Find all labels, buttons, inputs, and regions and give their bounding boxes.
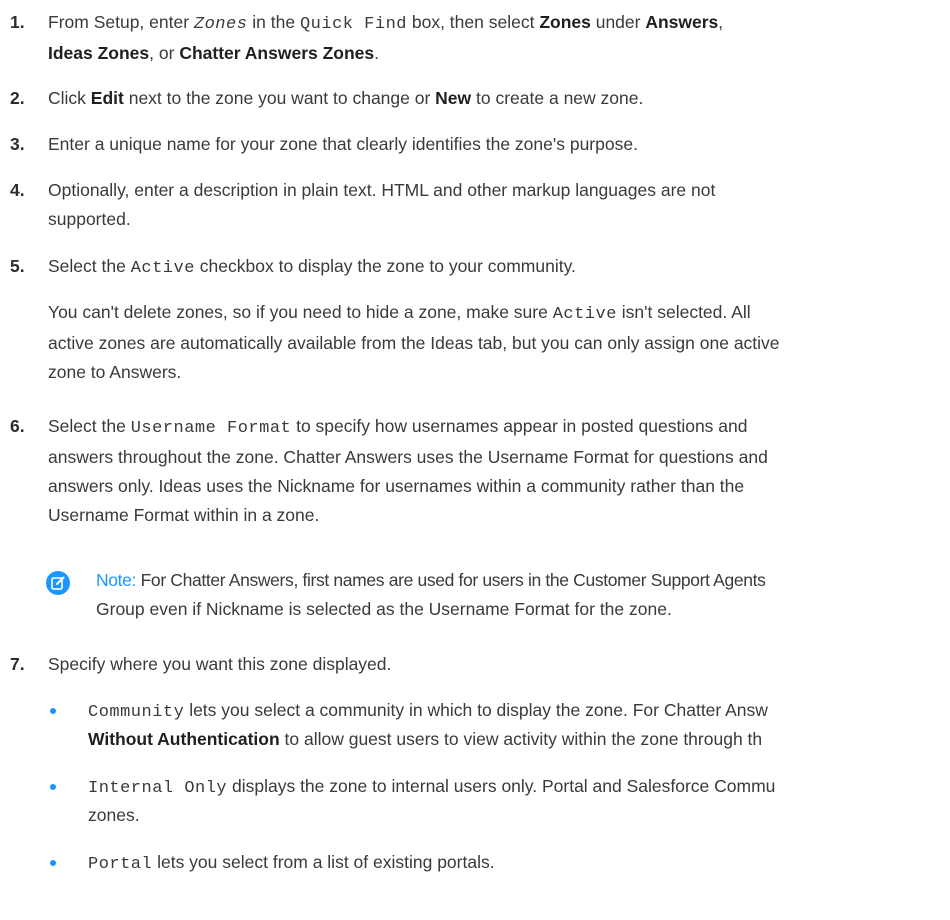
- step-text-line: answers only. Ideas uses the Nickname fo…: [48, 476, 745, 496]
- step-number: 3.: [10, 134, 25, 154]
- list-item: Internal Only displays the zone to inter…: [48, 772, 950, 832]
- step-number: 7.: [10, 654, 25, 674]
- text: isn't selected. All: [616, 302, 751, 322]
- step-text-line: Select the Username Format to specify ho…: [48, 412, 950, 443]
- bold-term: Without Authentication: [88, 729, 280, 749]
- step-text-line: Ideas Zones, or Chatter Answers Zones.: [48, 39, 950, 68]
- step-number: 1.: [10, 12, 25, 32]
- note-text-line: Group even if Nickname is selected as th…: [96, 599, 672, 619]
- list-item: Portal lets you select from a list of ex…: [48, 848, 950, 878]
- code-term: Zones: [193, 15, 248, 34]
- text: , or: [149, 43, 180, 63]
- paragraph-line: active zones are automatically available…: [48, 333, 780, 353]
- text: to allow guest users to view activity wi…: [279, 729, 763, 749]
- bullet-icon: [50, 860, 56, 866]
- bold-term: Ideas Zones: [48, 43, 150, 63]
- text: under: [590, 12, 646, 32]
- step-text-line: answers throughout the zone. Chatter Ans…: [48, 447, 768, 467]
- step-4: 4. Optionally, enter a description in pl…: [0, 176, 950, 236]
- bullet-icon: [50, 784, 56, 790]
- text: displays the zone to internal users only…: [227, 776, 776, 796]
- text: box, then select: [407, 12, 540, 32]
- step-text-line: Optionally, enter a description in plain…: [48, 180, 716, 200]
- bold-term: Zones: [539, 12, 591, 32]
- step-number: 5.: [10, 256, 25, 276]
- text: .: [374, 43, 380, 63]
- step-1: 1. From Setup, enter Zones in the Quick …: [0, 8, 950, 68]
- bold-term: Chatter Answers Zones: [179, 43, 375, 63]
- edit-note-icon: [46, 571, 70, 595]
- text: You can't delete zones, so if you need t…: [48, 302, 553, 322]
- step-text: Enter a unique name for your zone that c…: [48, 134, 638, 154]
- text: checkbox to display the zone to your com…: [194, 256, 576, 276]
- document-page: 1. From Setup, enter Zones in the Quick …: [0, 0, 950, 920]
- text: lets you select a community in which to …: [184, 700, 768, 720]
- note-callout: Note: For Chatter Answers, first names a…: [46, 566, 950, 626]
- code-term: Internal Only: [88, 779, 228, 798]
- step-text-line: From Setup, enter Zones in the Quick Fin…: [48, 8, 950, 39]
- step-text-line: supported.: [48, 209, 131, 229]
- paragraph-line: You can't delete zones, so if you need t…: [48, 298, 950, 329]
- code-term: Active: [130, 259, 195, 278]
- code-term: Quick Find: [299, 15, 407, 34]
- code-term: Active: [552, 305, 617, 324]
- text: to specify how usernames appear in poste…: [291, 416, 748, 436]
- text: lets you select from a list of existing …: [152, 852, 495, 872]
- step-5-paragraph: You can't delete zones, so if you need t…: [0, 298, 950, 388]
- step-number: 6.: [10, 416, 25, 436]
- step-3: 3. Enter a unique name for your zone tha…: [0, 130, 950, 160]
- step-number: 4.: [10, 180, 25, 200]
- text: Select the: [48, 416, 131, 436]
- bold-term: New: [435, 88, 472, 108]
- code-term: Portal: [88, 855, 153, 874]
- note-text-line: Note: For Chatter Answers, first names a…: [96, 566, 766, 595]
- text: zones.: [88, 805, 140, 825]
- step-2: 2. Click Edit next to the zone you want …: [0, 84, 950, 114]
- step-number: 2.: [10, 88, 25, 108]
- bold-term: Answers: [645, 12, 719, 32]
- step-7: 7. Specify where you want this zone disp…: [0, 650, 950, 680]
- step-5: 5. Select the Active checkbox to display…: [0, 252, 950, 282]
- text: to create a new zone.: [471, 88, 644, 108]
- text: Click: [48, 88, 91, 108]
- list-item: Community lets you select a community in…: [48, 696, 950, 756]
- step-text-line: Username Format within in a zone.: [48, 505, 320, 525]
- text: For Chatter Answers, first names are use…: [136, 570, 766, 590]
- step-text: Specify where you want this zone display…: [48, 654, 392, 674]
- text: in the: [247, 12, 300, 32]
- text: Select the: [48, 256, 131, 276]
- note-label: Note:: [96, 570, 137, 590]
- code-term: Community: [88, 703, 185, 722]
- text: next to the zone you want to change or: [123, 88, 436, 108]
- code-term: Username Format: [130, 419, 292, 438]
- paragraph-line: zone to Answers.: [48, 362, 182, 382]
- bullet-icon: [50, 708, 56, 714]
- step-6: 6. Select the Username Format to specify…: [0, 412, 950, 532]
- text: ,: [718, 12, 724, 32]
- bold-term: Edit: [90, 88, 124, 108]
- text: From Setup, enter: [48, 12, 194, 32]
